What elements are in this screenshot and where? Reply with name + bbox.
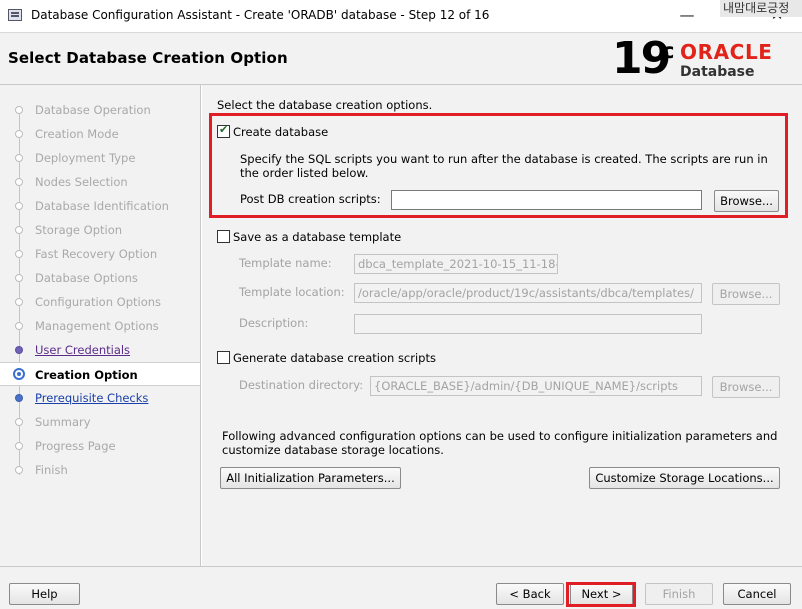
minimize-icon[interactable]: —	[674, 4, 700, 26]
overlay-watermark-text: 내맘대로긍정	[720, 0, 802, 17]
step-database-operation: Database Operation	[0, 98, 200, 122]
customize-storage-locations-button[interactable]: Customize Storage Locations...	[589, 467, 780, 489]
create-database-description-line2: the order listed below.	[240, 166, 369, 180]
step-dot-icon	[15, 106, 23, 114]
advanced-options-text-line2: customize database storage locations.	[222, 443, 444, 457]
step-label: Configuration Options	[35, 295, 162, 309]
step-dot-icon	[15, 298, 23, 306]
step-finish: Finish	[0, 458, 200, 482]
logo-version: 19	[612, 33, 671, 84]
main-panel: Select the database creation options. Cr…	[202, 85, 802, 566]
step-dot-icon	[15, 202, 23, 210]
step-label: Database Options	[35, 271, 138, 285]
step-dot-icon	[15, 322, 23, 330]
template-location-browse-button[interactable]: Browse...	[712, 283, 780, 305]
step-creation-mode: Creation Mode	[0, 122, 200, 146]
template-description-input[interactable]	[354, 314, 702, 334]
step-label: Progress Page	[35, 439, 116, 453]
step-fast-recovery-option: Fast Recovery Option	[0, 242, 200, 266]
instruction-text: Select the database creation options.	[217, 98, 433, 112]
step-dot-icon	[15, 226, 23, 234]
step-prerequisite-checks[interactable]: Prerequisite Checks	[0, 386, 200, 410]
template-name-label: Template name:	[239, 256, 332, 270]
post-db-scripts-label: Post DB creation scripts:	[240, 192, 381, 206]
post-scripts-browse-button[interactable]: Browse...	[714, 190, 779, 212]
step-label: Summary	[35, 415, 91, 429]
step-label: Finish	[35, 463, 68, 477]
generate-scripts-label[interactable]: Generate database creation scripts	[233, 351, 436, 365]
step-dot-icon	[15, 394, 23, 402]
step-dot-icon	[15, 442, 23, 450]
step-configuration-options: Configuration Options	[0, 290, 200, 314]
generate-scripts-checkbox[interactable]	[217, 351, 230, 364]
step-label: Storage Option	[35, 223, 123, 237]
logo-brand: ORACLE	[680, 40, 773, 64]
step-dot-icon	[15, 274, 23, 282]
next-button[interactable]: Next >	[570, 583, 633, 605]
save-template-checkbox[interactable]	[217, 230, 230, 243]
step-dot-icon	[15, 130, 23, 138]
current-step-icon	[13, 368, 25, 380]
step-label: Creation Mode	[35, 127, 119, 141]
step-label[interactable]: Prerequisite Checks	[35, 391, 148, 405]
step-dot-icon	[15, 250, 23, 258]
destination-browse-button[interactable]: Browse...	[712, 376, 780, 398]
template-description-label: Description:	[239, 316, 309, 330]
advanced-options-text-line1: Following advanced configuration options…	[222, 429, 778, 443]
template-location-label: Template location:	[239, 285, 345, 299]
create-database-description-line1: Specify the SQL scripts you want to run …	[240, 152, 768, 166]
step-dot-icon	[15, 418, 23, 426]
page-title: Select Database Creation Option	[8, 49, 288, 67]
logo-product: Database	[680, 64, 755, 80]
destination-directory-label: Destination directory:	[239, 378, 364, 392]
finish-button[interactable]: Finish	[645, 583, 713, 605]
step-deployment-type: Deployment Type	[0, 146, 200, 170]
steps-sidebar: Database Operation Creation Mode Deploym…	[0, 85, 201, 566]
step-nodes-selection: Nodes Selection	[0, 170, 200, 194]
app-icon	[8, 9, 22, 21]
template-name-input[interactable]: dbca_template_2021-10-15_11-18-0	[354, 254, 558, 274]
step-dot-icon	[15, 346, 23, 354]
step-label: Database Operation	[35, 103, 151, 117]
create-database-checkbox[interactable]	[217, 123, 230, 138]
window-title: Database Configuration Assistant - Creat…	[31, 8, 490, 22]
all-initialization-parameters-button[interactable]: All Initialization Parameters...	[220, 467, 401, 489]
step-storage-option: Storage Option	[0, 218, 200, 242]
wizard-footer: Help < Back Next > Finish Cancel	[0, 566, 802, 609]
step-label: Fast Recovery Option	[35, 247, 158, 261]
step-label: Nodes Selection	[35, 175, 128, 189]
step-database-identification: Database Identification	[0, 194, 200, 218]
window-titlebar: Database Configuration Assistant - Creat…	[0, 0, 802, 32]
step-label: Management Options	[35, 319, 159, 333]
logo-version-suffix: c	[662, 39, 675, 63]
destination-directory-input[interactable]: {ORACLE_BASE}/admin/{DB_UNIQUE_NAME}/scr…	[370, 376, 702, 396]
step-dot-icon	[15, 154, 23, 162]
step-progress-page: Progress Page	[0, 434, 200, 458]
create-database-label[interactable]: Create database	[233, 125, 328, 139]
step-label: Database Identification	[35, 199, 169, 213]
step-dot-icon	[15, 466, 23, 474]
step-database-options: Database Options	[0, 266, 200, 290]
step-dot-icon	[15, 178, 23, 186]
template-location-input[interactable]: /oracle/app/oracle/product/19c/assistant…	[354, 283, 702, 303]
oracle-database-logo: 19 c ORACLE Database	[612, 33, 792, 84]
step-label: Creation Option	[35, 368, 138, 382]
page-header: Select Database Creation Option 19 c ORA…	[0, 32, 802, 85]
help-button[interactable]: Help	[9, 583, 80, 605]
back-button[interactable]: < Back	[496, 583, 564, 605]
cancel-button[interactable]: Cancel	[723, 583, 791, 605]
step-creation-option: Creation Option	[0, 362, 200, 386]
step-label[interactable]: User Credentials	[35, 343, 130, 357]
save-template-label[interactable]: Save as a database template	[233, 230, 401, 244]
post-db-scripts-input[interactable]	[391, 190, 702, 210]
step-management-options: Management Options	[0, 314, 200, 338]
step-summary: Summary	[0, 410, 200, 434]
step-label: Deployment Type	[35, 151, 136, 165]
step-user-credentials[interactable]: User Credentials	[0, 338, 200, 362]
